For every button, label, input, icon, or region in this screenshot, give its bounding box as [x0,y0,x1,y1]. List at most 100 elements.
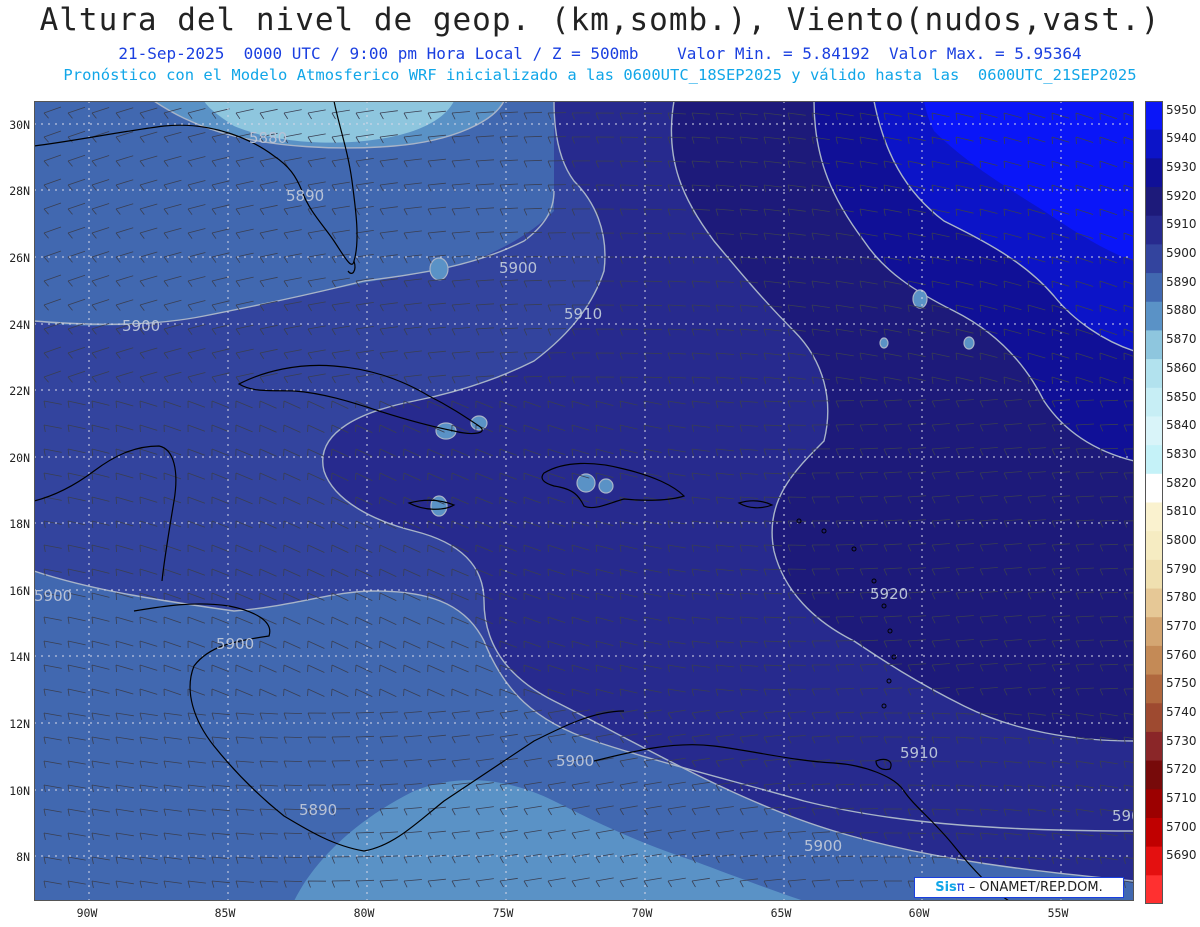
lat-label: 30N [9,118,30,132]
colorbar-swatch [1145,330,1163,360]
contour-label: 5900 [556,752,594,770]
colorbar-label: 5710 [1166,791,1197,805]
lat-label: 28N [9,184,30,198]
contour-label: 5890 [299,801,337,819]
colorbar-label: 5920 [1166,188,1197,203]
colorbar-label: 5700 [1166,819,1197,834]
colorbar-swatch [1145,817,1163,848]
lat-label: 12N [9,717,30,731]
lat-label: 8N [16,850,30,864]
colorbar-label: 5840 [1166,418,1197,433]
colorbar-swatch [1145,502,1163,532]
contour-label: 5880 [249,129,287,147]
colorbar-swatch [1145,158,1163,188]
lon-label: 80W [353,906,375,920]
lat-label: 18N [9,517,30,531]
colorbar-swatch [1145,674,1163,704]
colorbar-label: 5790 [1166,561,1197,576]
colorbar-swatch [1145,387,1163,417]
colorbar-swatch [1145,731,1163,762]
cell-hispaniola-2 [598,478,614,494]
colorbar-label: 5720 [1166,762,1197,777]
colorbar-swatch [1145,703,1163,733]
colorbar [1145,101,1163,904]
lat-label: 16N [9,584,30,598]
colorbar-label: 5850 [1166,389,1197,404]
colorbar-label: 5870 [1166,332,1197,347]
chart-subtitle: 21-Sep-2025 0000 UTC / 9:00 pm Hora Loca… [118,44,1082,63]
cell-bahamas [429,257,449,281]
lat-label: 24N [9,318,30,332]
lon-label: 55W [1047,906,1069,920]
sispi-logo: Sis [935,880,957,895]
colorbar-swatch [1145,129,1163,159]
lon-label: 60W [908,906,930,920]
colorbar-swatch [1145,875,1163,904]
contour-label: 5910 [564,305,602,323]
colorbar-label: 5880 [1166,303,1197,318]
contour-label: 5890 [286,187,324,205]
colorbar-swatch [1145,359,1163,389]
credit-box: Sisπ – ONAMET/REP.DOM. [914,877,1124,898]
colorbar-label: 5830 [1166,446,1197,461]
colorbar-label: 5820 [1166,475,1197,490]
colorbar-label: 5910 [1166,217,1197,232]
colorbar-label: 5750 [1166,676,1197,691]
colorbar-swatch [1145,617,1163,647]
lon-label: 65W [770,906,792,920]
colorbar-label: 5890 [1166,274,1197,289]
colorbar-swatch [1145,473,1163,503]
contour-label: 5900 [804,837,842,855]
colorbar-swatch [1145,445,1163,475]
lon-label: 70W [631,906,653,920]
colorbar-label: 5860 [1166,360,1197,375]
contour-label: 5900 [499,259,537,277]
lat-label: 10N [9,784,30,798]
contour-label: 5900 [34,587,72,605]
colorbar-swatch [1145,559,1163,590]
colorbar-label: 5950 [1166,102,1197,117]
colorbar-swatch [1145,215,1163,245]
credit-text: – ONAMET/REP.DOM. [968,880,1103,895]
colorbar-label: 5900 [1166,246,1197,261]
colorbar-swatch [1145,301,1163,331]
model-info-line: Pronóstico con el Modelo Atmosferico WRF… [63,66,1137,84]
colorbar-swatch [1145,416,1163,446]
colorbar-swatch [1145,645,1163,676]
colorbar-swatch [1145,846,1163,876]
colorbar-label: 5810 [1166,504,1197,519]
colorbar-swatch [1145,531,1163,561]
colorbar-label: 5800 [1166,532,1197,547]
lat-label: 22N [9,384,30,398]
colorbar-label: 5930 [1166,160,1197,174]
lon-label: 85W [214,906,236,920]
colorbar-swatch [1145,588,1163,618]
cell-atlantic-1 [912,289,928,309]
colorbar-label: 5740 [1166,704,1197,719]
cell-atlantic-2 [963,336,975,350]
sispi-logo-pi: π [956,880,965,895]
lat-label: 14N [9,650,30,664]
colorbar-label: 5940 [1166,131,1197,146]
colorbar-swatch [1145,789,1163,819]
contour-label: 5900 [122,317,160,335]
colorbar-swatch [1145,273,1163,303]
lon-label: 90W [76,906,98,920]
colorbar-swatch [1145,760,1163,790]
contour-label: 5920 [870,585,908,603]
colorbar-label: 5690 [1166,848,1197,863]
cell-hispaniola-1 [576,473,596,493]
colorbar-label: 5770 [1166,618,1197,633]
lon-label: 75W [492,906,514,920]
colorbar-label: 5730 [1166,733,1197,748]
chart-title: Altura del nivel de geop. (km,somb.), Vi… [39,2,1161,38]
colorbar-swatch [1145,244,1163,274]
contour-label: 5900 [216,635,254,653]
colorbar-label: 5760 [1166,647,1197,662]
colorbar-swatch [1145,187,1163,217]
colorbar-swatch [1145,101,1163,131]
lat-label: 20N [9,451,30,465]
colorbar-label: 5780 [1166,590,1197,605]
lat-label: 26N [9,251,30,265]
geopotential-map: 5880 5890 5900 5900 5900 5910 5900 5900 … [34,101,1134,901]
